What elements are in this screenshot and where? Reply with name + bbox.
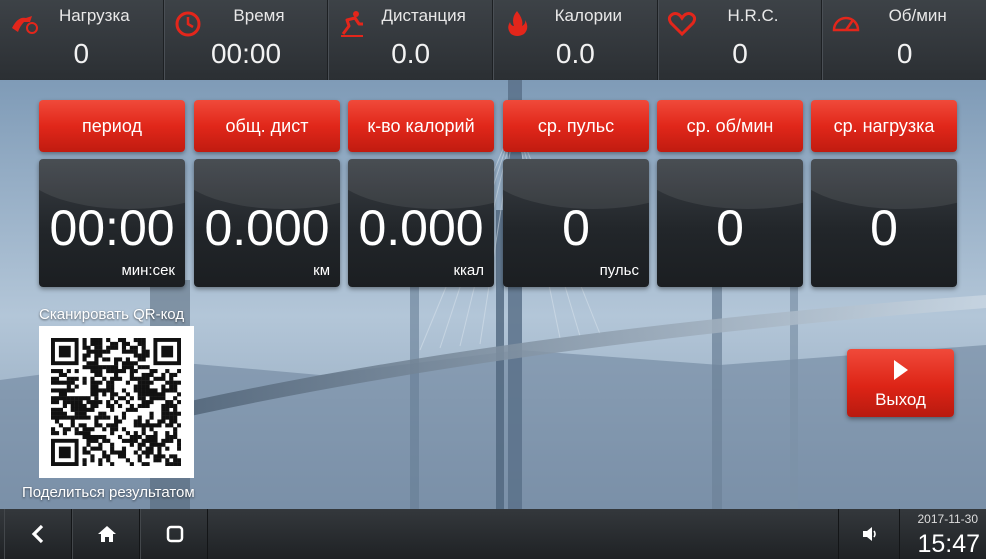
tile-value: 0.000 (204, 200, 330, 256)
stat-value: 0.0 (555, 38, 595, 69)
stat-rpm: Об/мин 0 (822, 0, 986, 80)
stat-value: 00:00 (210, 38, 282, 69)
stat-label: Об/мин (888, 6, 947, 25)
volume-icon (863, 527, 876, 541)
tile-header-avg-load[interactable]: ср. нагрузка (811, 100, 957, 152)
tile-value: 0 (562, 200, 590, 256)
stat-label: Дистанция (381, 6, 466, 25)
tile-value: 0 (870, 200, 898, 256)
volume-button[interactable] (838, 509, 900, 559)
tile-unit: мин:сек (121, 262, 175, 279)
stats-bar: Нагрузка 0 Время 00:00 Дистанция 0.0 Кал… (0, 0, 986, 80)
recents-icon (166, 525, 184, 543)
recents-button[interactable] (140, 509, 208, 559)
stat-load: Нагрузка 0 (0, 0, 164, 80)
qr-code[interactable] (39, 326, 194, 478)
stat-time: Время 00:00 (163, 0, 329, 80)
share-results-label: Поделиться результатом (22, 484, 195, 501)
stat-value: 0 (896, 38, 913, 69)
tile-header-total-distance[interactable]: общ. дист (194, 100, 340, 152)
stat-label: H.R.C. (727, 6, 779, 25)
home-button[interactable] (72, 509, 140, 559)
tile-calories: 0.000 ккал (348, 159, 494, 287)
back-icon (31, 524, 44, 544)
stat-value: 0.0 (391, 38, 431, 69)
status-clock: 15:47 (917, 530, 980, 558)
tile-header-calories[interactable]: к-во калорий (348, 100, 494, 152)
status-date: 2017-11-30 (917, 512, 979, 526)
tile-unit: ккал (453, 262, 484, 279)
tile-value: 00:00 (49, 200, 175, 256)
tile-value: 0 (716, 200, 744, 256)
tile-unit: км (313, 262, 330, 279)
tile-period: 00:00 мин:сек (39, 159, 185, 287)
tile-header-avg-pulse[interactable]: ср. пульс (503, 100, 649, 152)
tile-avg-rpm: 0 (657, 159, 803, 287)
home-icon (98, 526, 116, 542)
stat-label: Нагрузка (58, 6, 130, 25)
stat-distance: Дистанция 0.0 (328, 0, 494, 80)
stat-calories: Калории 0.0 (493, 0, 658, 80)
exit-button[interactable]: Выход (847, 349, 954, 417)
qr-title: Сканировать QR-код (39, 306, 185, 323)
stat-heart-rate: H.R.C. 0 (657, 0, 823, 80)
qr-code-image (51, 338, 181, 466)
tile-total-distance: 0.000 км (194, 159, 340, 287)
stat-value: 0 (732, 38, 748, 69)
play-icon (894, 360, 908, 380)
exit-label: Выход (875, 390, 926, 409)
tile-unit: пульс (599, 262, 639, 279)
stat-label: Время (233, 6, 285, 25)
back-button[interactable] (4, 509, 72, 559)
tile-value: 0.000 (358, 200, 484, 256)
tile-avg-load: 0 (811, 159, 957, 287)
system-nav-bar: 2017-11-30 15:47 (0, 509, 986, 559)
stat-label: Калории (554, 6, 623, 25)
tile-header-avg-rpm[interactable]: ср. об/мин (657, 100, 803, 152)
stat-value: 0 (73, 38, 90, 69)
tile-avg-pulse: 0 пульс (503, 159, 649, 287)
tile-header-period[interactable]: период (39, 100, 185, 152)
